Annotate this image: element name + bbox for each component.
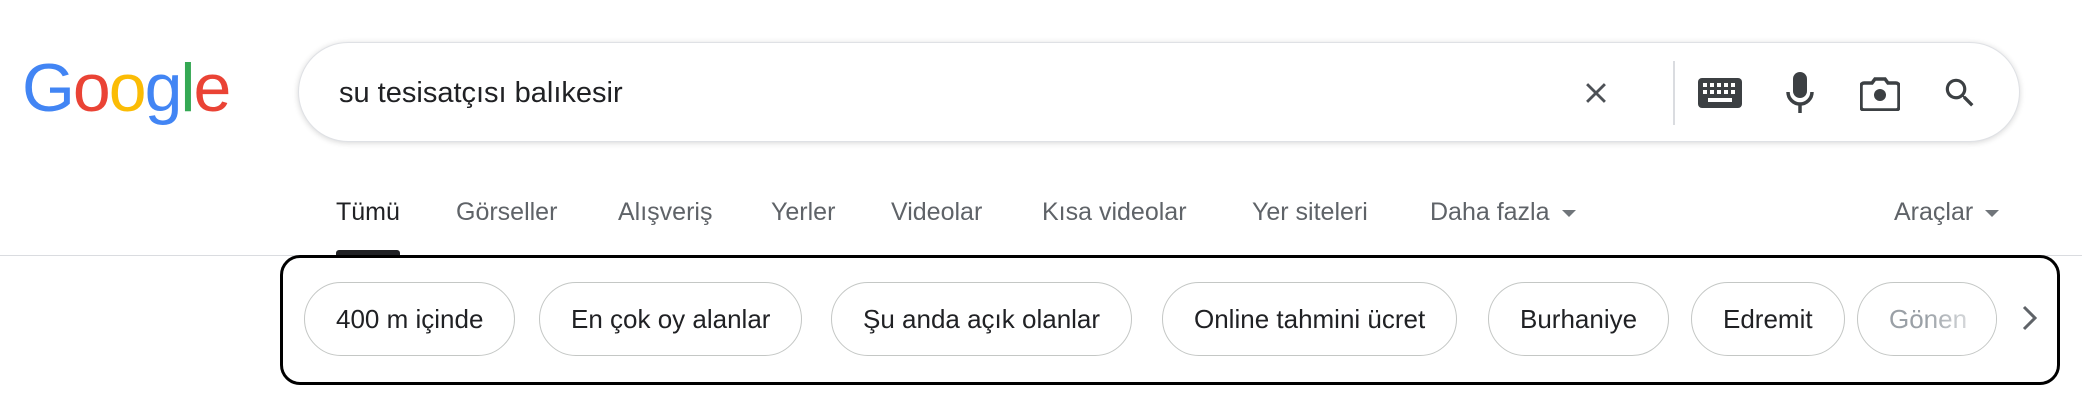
chip-open-now[interactable]: Şu anda açık olanlar xyxy=(831,282,1133,356)
chip-top-rated[interactable]: En çok oy alanlar xyxy=(539,282,803,356)
chevron-right-icon[interactable] xyxy=(2010,298,2050,338)
tools-button[interactable]: Araçlar xyxy=(1894,180,2000,256)
logo-letter-l: l xyxy=(180,50,195,126)
chip-burhaniye[interactable]: Burhaniye xyxy=(1488,282,1670,356)
search-icon[interactable] xyxy=(1935,68,1985,118)
logo-letter-g2: g xyxy=(144,50,183,126)
google-logo[interactable]: Google xyxy=(22,48,232,128)
search-box[interactable]: su tesisatçısı balıkesir xyxy=(298,42,2020,142)
clear-icon[interactable] xyxy=(1571,68,1621,118)
tab-more-label: Daha fazla xyxy=(1430,198,1550,226)
search-tabs: Tümü Görseller Alışveriş Yerler Videolar… xyxy=(0,180,2082,256)
tab-videos[interactable]: Videolar xyxy=(891,180,982,256)
logo-letter-o2: o xyxy=(108,50,147,126)
tools-label: Araçlar xyxy=(1894,198,1974,226)
tab-images[interactable]: Görseller xyxy=(456,180,557,256)
tab-shopping[interactable]: Alışveriş xyxy=(618,180,712,256)
logo-letter-o1: o xyxy=(72,50,111,126)
tab-all[interactable]: Tümü xyxy=(336,180,400,256)
logo-letter-g: G xyxy=(22,50,75,126)
microphone-icon[interactable] xyxy=(1775,68,1825,118)
caret-down-icon xyxy=(1985,209,2000,217)
search-input[interactable]: su tesisatçısı balıkesir xyxy=(339,43,623,143)
tab-place-sites[interactable]: Yer siteleri xyxy=(1252,180,1368,256)
chip-edremit[interactable]: Edremit xyxy=(1691,282,1845,356)
keyboard-icon[interactable] xyxy=(1695,68,1745,118)
chip-gonen[interactable]: Gönen xyxy=(1857,282,1997,356)
tab-short-videos[interactable]: Kısa videolar xyxy=(1042,180,1187,256)
google-lens-icon[interactable] xyxy=(1855,68,1905,118)
chip-online-estimate[interactable]: Online tahmini ücret xyxy=(1162,282,1458,356)
search-divider xyxy=(1673,61,1675,125)
logo-letter-e: e xyxy=(193,50,232,126)
tab-more[interactable]: Daha fazla xyxy=(1430,180,1576,256)
tab-places[interactable]: Yerler xyxy=(771,180,835,256)
chip-within-400m[interactable]: 400 m içinde xyxy=(304,282,516,356)
filter-chips-bar: 400 m içinde En çok oy alanlar Şu anda a… xyxy=(280,255,2060,385)
caret-down-icon xyxy=(1561,209,1576,217)
